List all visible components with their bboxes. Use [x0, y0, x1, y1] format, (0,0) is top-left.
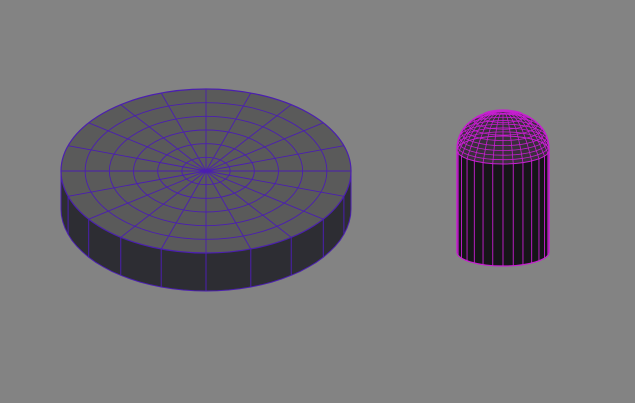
3d-viewport[interactable]: [0, 0, 635, 403]
viewport-scene[interactable]: [0, 0, 635, 403]
cylinder-disc-object[interactable]: [60, 88, 352, 292]
capsule-object[interactable]: [456, 109, 550, 267]
